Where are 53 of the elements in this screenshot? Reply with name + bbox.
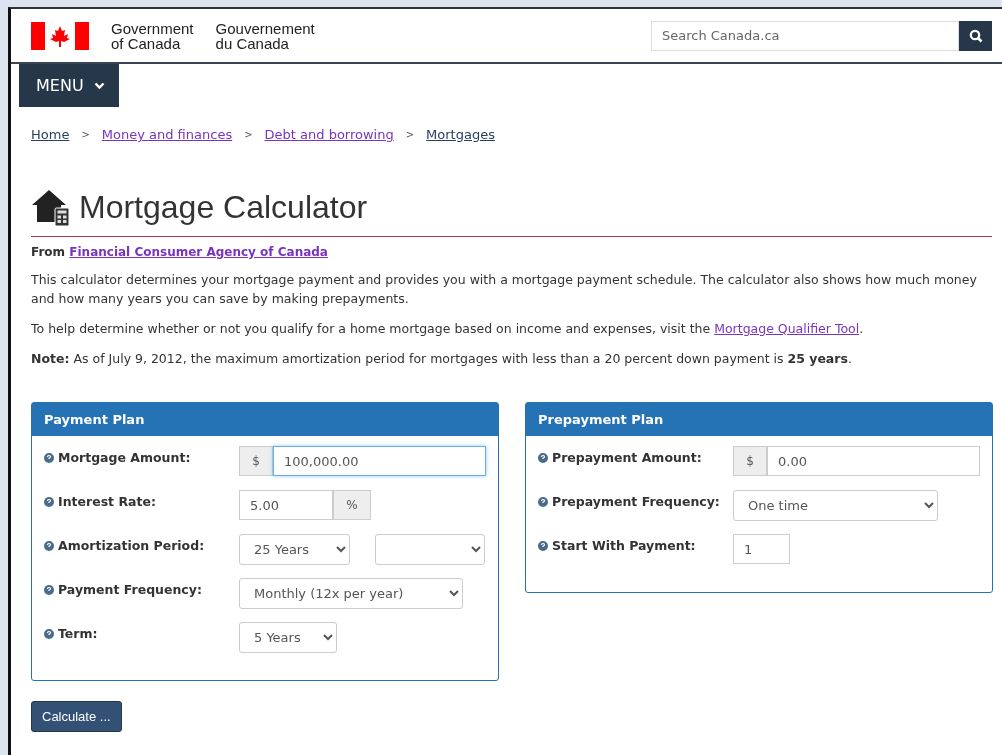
field-label: Prepayment Frequency: [552,494,720,509]
currency-addon: $ [733,446,767,476]
dropdown-select[interactable]: Monthly (12x per year) [239,578,463,609]
intro-paragraph: This calculator determines your mortgage payment and provides you with a mortgage payment schedule. The calculator also shows how much money and how many years you can save by making prepayments. [31,271,978,308]
field-label: Term: [58,626,98,641]
government-wordmark: Government of Canada [111,20,194,51]
breadcrumb-link[interactable]: Debt and borrowing [264,127,394,142]
rate-input[interactable]: 5.00 [239,490,333,520]
help-icon[interactable] [44,497,54,507]
source-prefix: From [31,245,66,259]
amount-input[interactable]: 0.00 [767,446,980,476]
search-button[interactable] [959,20,992,51]
help-icon[interactable] [538,453,548,463]
search-icon [968,28,983,43]
search-field[interactable]: Search Canada.ca [651,20,959,51]
house-calculator-icon [31,188,71,226]
breadcrumb-separator: > [405,129,415,140]
calculate-button[interactable]: Calculate ... [31,701,122,732]
dropdown-select[interactable]: One time [733,490,938,521]
menu-button[interactable]: MENU [19,64,119,107]
breadcrumb-separator: > [81,129,90,140]
chevron-down-icon [93,81,105,90]
breadcrumb-separator: > [244,129,253,140]
field-label: Mortgage Amount: [58,450,191,465]
years-select[interactable]: 25 Years [239,534,350,565]
canada-flag-icon [31,21,89,50]
field-label: Payment Frequency: [58,582,202,597]
field-label: Amortization Period: [58,538,205,553]
field-label: Start With Payment: [552,538,696,553]
amount-input[interactable]: 100,000.00 [273,446,486,476]
breadcrumb-link[interactable]: Home [31,127,70,142]
government-wordmark: Gouvernement du Canada [215,20,315,51]
intro-paragraph: Note: As of July 9, 2012, the maximum amortization period for mortgages with less than a 20 percent down payment is 25 years. [31,350,853,368]
help-icon[interactable] [538,497,548,507]
field-label: Prepayment Amount: [552,450,702,465]
help-icon[interactable] [44,629,54,639]
page-title: Mortgage Calculator [79,188,368,226]
help-icon[interactable] [44,541,54,551]
agency-link[interactable]: Financial Consumer Agency of Canada [69,245,328,259]
panel-title: Payment Plan [32,403,498,436]
currency-addon: $ [239,446,273,476]
qualifier-tool-link[interactable]: Mortgage Qualifier Tool [714,321,860,336]
panel-title: Prepayment Plan [526,403,992,436]
help-icon[interactable] [44,585,54,595]
help-icon[interactable] [44,453,54,463]
dropdown-select[interactable]: 5 Years [239,622,337,653]
percent-addon: % [333,490,371,520]
field-label: Interest Rate: [58,494,156,509]
help-icon[interactable] [538,541,548,551]
intro-paragraph: To help determine whether or not you qualify for a home mortgage based on income and expenses, visit the Mortgage Qualifier Tool. [31,320,865,338]
payment-number-input[interactable]: 1 [733,534,790,564]
breadcrumb-link[interactable]: Money and finances [101,127,233,142]
breadcrumb-link[interactable]: Mortgages [426,127,495,142]
